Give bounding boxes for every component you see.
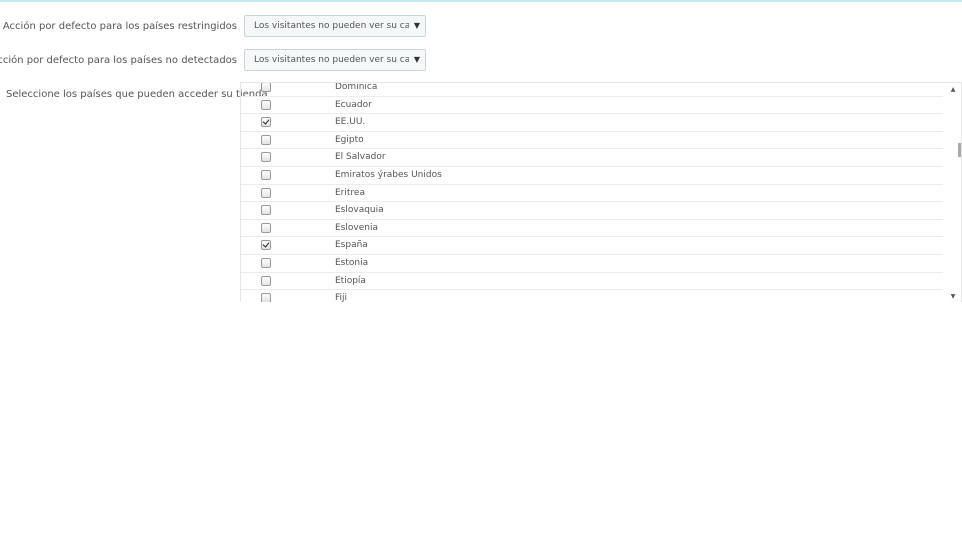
restricted-countries-label: Acción por defecto para los países restr…	[2, 21, 237, 32]
country-checkbox[interactable]	[261, 83, 271, 92]
scrollbar[interactable]: ▲ ▼	[945, 83, 961, 302]
scroll-up-arrow-icon[interactable]: ▲	[945, 85, 961, 95]
restricted-countries-select-value: Los visitantes no pueden ver su catálogo	[254, 21, 409, 31]
country-row[interactable]: Egipto	[241, 132, 943, 150]
country-checkbox[interactable]	[261, 205, 271, 216]
country-row[interactable]: Eritrea	[241, 185, 943, 203]
country-name: Emiratos ýrabes Unidos	[335, 169, 442, 180]
undetected-countries-row: Acción por defecto para los países no de…	[0, 49, 962, 73]
country-checkbox[interactable]	[261, 293, 271, 302]
country-row[interactable]: Fiji	[241, 290, 943, 302]
country-name: Dominica	[335, 82, 378, 92]
country-name: Ecuador	[335, 99, 372, 110]
scroll-down-arrow-icon[interactable]: ▼	[945, 292, 961, 302]
country-name: EE.UU.	[335, 117, 366, 128]
undetected-countries-label: Acción por defecto para los países no de…	[0, 55, 237, 66]
country-checkbox[interactable]	[261, 134, 271, 145]
country-name: Estonia	[335, 257, 369, 268]
country-row[interactable]: Ecuador	[241, 97, 943, 115]
country-name: Eslovenia	[335, 222, 378, 233]
country-name: Eritrea	[335, 187, 365, 198]
country-row[interactable]: Eslovaquia	[241, 202, 943, 220]
country-row[interactable]: EE.UU.	[241, 114, 943, 132]
allowed-countries-label: Seleccione los países que pueden acceder…	[6, 89, 268, 100]
undetected-countries-select[interactable]: Los visitantes no pueden ver su catálogo…	[244, 49, 426, 71]
country-row[interactable]: Emiratos ýrabes Unidos	[241, 167, 943, 185]
country-checkbox[interactable]	[261, 222, 271, 233]
country-checkbox[interactable]	[261, 117, 271, 128]
country-checkbox[interactable]	[261, 169, 271, 180]
country-row[interactable]: Eslovenia	[241, 220, 943, 238]
restricted-countries-select[interactable]: Los visitantes no pueden ver su catálogo…	[244, 15, 426, 37]
country-name: Etiopía	[335, 275, 366, 286]
country-name: España	[335, 240, 368, 251]
country-list: Dominica Ecuador EE.UU. Egipto El Salvador Em…	[241, 82, 943, 302]
country-row[interactable]: Estonia	[241, 255, 943, 273]
restricted-countries-row: Acción por defecto para los países restr…	[0, 15, 962, 39]
country-row[interactable]: España	[241, 237, 943, 255]
country-checkbox[interactable]	[261, 275, 271, 286]
country-name: El Salvador	[335, 152, 386, 163]
caret-down-icon: ▼	[413, 55, 421, 64]
caret-down-icon: ▼	[413, 21, 421, 30]
country-row[interactable]: Etiopía	[241, 273, 943, 291]
country-checkbox[interactable]	[261, 187, 271, 198]
country-list-panel[interactable]: Dominica Ecuador EE.UU. Egipto El Salvador Em…	[240, 82, 962, 302]
country-checkbox[interactable]	[261, 240, 271, 251]
country-name: Egipto	[335, 134, 364, 145]
country-row[interactable]: El Salvador	[241, 149, 943, 167]
country-checkbox[interactable]	[261, 152, 271, 163]
top-accent-line	[0, 0, 962, 2]
country-name: Fiji	[335, 293, 348, 302]
country-checkbox[interactable]	[261, 99, 271, 110]
country-row[interactable]: Dominica	[241, 82, 943, 97]
country-name: Eslovaquia	[335, 205, 384, 216]
country-checkbox[interactable]	[261, 257, 271, 268]
scroll-thumb[interactable]	[958, 143, 961, 157]
undetected-countries-select-value: Los visitantes no pueden ver su catálogo	[254, 55, 409, 65]
